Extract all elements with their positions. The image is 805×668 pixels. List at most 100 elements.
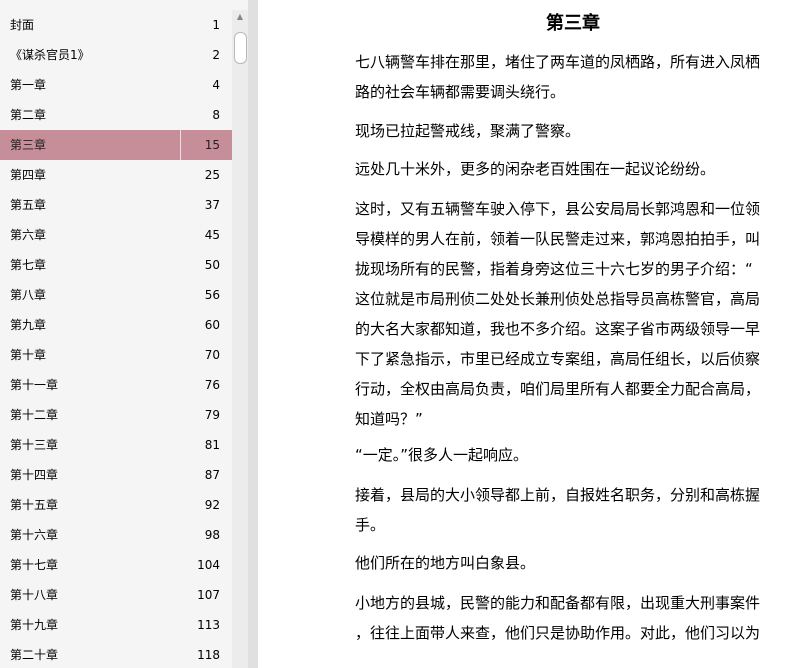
panel-splitter[interactable] xyxy=(248,0,258,668)
toc-item-title: 第十八章 xyxy=(10,588,59,602)
toc-item-page: 1 xyxy=(212,18,220,32)
toc-item[interactable]: 第三章 15 xyxy=(0,130,232,160)
paragraph-line: 拢现场所有的民警，指着身旁这位三十六七岁的男子介绍：“ xyxy=(355,260,753,278)
toc-item[interactable]: 第十章 70 xyxy=(0,340,232,370)
toc-item-page: 104 xyxy=(197,558,220,572)
toc-item-title: 第九章 xyxy=(10,318,47,332)
toc-item-page: 25 xyxy=(204,168,220,182)
toc-item-title: 第十三章 xyxy=(10,438,59,452)
toc-item-title: 第十六章 xyxy=(10,528,59,542)
toc-item[interactable]: 第十三章 81 xyxy=(0,430,232,460)
paragraph-line: 的大名大家都知道，我也不多介绍。这案子省市两级领导一早 xyxy=(355,320,761,338)
toc-item-title: 第十章 xyxy=(10,348,47,362)
paragraph: 小地方的县城，民警的能力和配备都有限，出现重大刑事案件 ，往往上面带人来查，他们只… xyxy=(355,588,787,648)
toc-item[interactable]: 第七章 50 xyxy=(0,250,232,280)
paragraph-line: 导模样的男人在前，领着一队民警走过来，郭鸿恩拍拍手，叫 xyxy=(355,230,761,248)
toc-item-title: 第二章 xyxy=(10,108,47,122)
toc-item[interactable]: 第二章 8 xyxy=(0,100,232,130)
toc-item-page: 76 xyxy=(204,378,220,392)
toc-item-page: 56 xyxy=(204,288,220,302)
paragraph-line: “一定。”很多人一起响应。 xyxy=(355,446,529,464)
paragraph-line: 他们所在的地方叫白象县。 xyxy=(355,554,536,572)
paragraph-line: 接着，县局的大小领导都上前，自报姓名职务，分别和高栋握 xyxy=(355,486,761,504)
toc-item-page: 107 xyxy=(197,588,220,602)
toc-item[interactable]: 第十六章 98 xyxy=(0,520,232,550)
toc-item-page: 2 xyxy=(212,48,220,62)
paragraph-line: 七八辆警车排在那里，堵住了两车道的凤栖路，所有进入凤栖 xyxy=(355,53,761,71)
toc-item[interactable]: 第十四章 87 xyxy=(0,460,232,490)
toc-item-page: 113 xyxy=(197,618,220,632)
toc-item-page: 98 xyxy=(204,528,220,542)
paragraph-line: 路的社会车辆都需要调头绕行。 xyxy=(355,83,566,101)
paragraph: 现场已拉起警戒线，聚满了警察。 xyxy=(355,116,787,146)
paragraph-line: ，往往上面带人来查，他们只是协助作用。对此，他们习以为 xyxy=(355,624,761,642)
toc-item-title: 第八章 xyxy=(10,288,47,302)
toc-item-page: 70 xyxy=(204,348,220,362)
toc-item-title: 第七章 xyxy=(10,258,47,272)
toc-item-page: 45 xyxy=(204,228,220,242)
paragraph: 接着，县局的大小领导都上前，自报姓名职务，分别和高栋握 手。 xyxy=(355,480,787,540)
toc-item[interactable]: 第八章 56 xyxy=(0,280,232,310)
toc-item[interactable]: 《谋杀官员1》 2 xyxy=(0,40,232,70)
toc-item-page: 60 xyxy=(204,318,220,332)
toc-item-title: 第十一章 xyxy=(10,378,59,392)
toc-item-page: 81 xyxy=(204,438,220,452)
toc-item-title: 第十二章 xyxy=(10,408,59,422)
toc-item-title: 第十五章 xyxy=(10,498,59,512)
toc-item[interactable]: 第一章 4 xyxy=(0,70,232,100)
paragraph: 这时，又有五辆警车驶入停下，县公安局局长郭鸿恩和一位领 导模样的男人在前，领着一队… xyxy=(355,194,787,434)
toc-item-page: 87 xyxy=(204,468,220,482)
toc-item[interactable]: 第十一章 76 xyxy=(0,370,232,400)
toc-item[interactable]: 第十五章 92 xyxy=(0,490,232,520)
paragraph-line: 这位就是市局刑侦二处处长兼刑侦处总指导员高栋警官，高局 xyxy=(355,290,761,308)
toc-item[interactable]: 第十二章 79 xyxy=(0,400,232,430)
paragraph-line: 这时，又有五辆警车驶入停下，县公安局局长郭鸿恩和一位领 xyxy=(355,200,761,218)
toc-item-title: 第四章 xyxy=(10,168,47,182)
toc-item[interactable]: 第五章 37 xyxy=(0,190,232,220)
toc-item-page: 8 xyxy=(212,108,220,122)
paragraph-line: 知道吗？” xyxy=(355,410,423,428)
paragraph: 远处几十米外，更多的闲杂老百姓围在一起议论纷纷。 xyxy=(355,154,787,184)
toc-item-page: 50 xyxy=(204,258,220,272)
paragraph-line: 行动，全权由高局负责，咱们局里所有人都要全力配合高局， xyxy=(355,380,761,398)
paragraph-line: 远处几十米外，更多的闲杂老百姓围在一起议论纷纷。 xyxy=(355,160,716,178)
toc-item-title: 第一章 xyxy=(10,78,47,92)
toc-item[interactable]: 封面 1 xyxy=(0,10,232,40)
toc-item-title: 第六章 xyxy=(10,228,47,242)
reading-pane: 第三章 七八辆警车排在那里，堵住了两车道的凤栖路，所有进入凤栖 路的社会车辆都需要… xyxy=(258,0,805,668)
toc-item-page: 79 xyxy=(204,408,220,422)
paragraph: “一定。”很多人一起响应。 xyxy=(355,440,787,470)
toc-item-title: 《谋杀官员1》 xyxy=(10,48,90,62)
toc-item-title: 第十九章 xyxy=(10,618,59,632)
toc-item[interactable]: 第十九章 113 xyxy=(0,610,232,640)
toc-item-title: 第二十章 xyxy=(10,648,59,662)
toc-item-title: 第五章 xyxy=(10,198,47,212)
paragraph-line: 小地方的县城，民警的能力和配备都有限，出现重大刑事案件 xyxy=(355,594,761,612)
scroll-up-arrow-icon[interactable]: ▲ xyxy=(232,10,248,24)
toc-item-title: 第十七章 xyxy=(10,558,59,572)
toc-item[interactable]: 第二十章 118 xyxy=(0,640,232,668)
toc-item-page: 4 xyxy=(212,78,220,92)
toc-item-title: 第十四章 xyxy=(10,468,59,482)
toc-item-page: 92 xyxy=(204,498,220,512)
paragraph-line: 手。 xyxy=(355,516,386,534)
paragraph: 七八辆警车排在那里，堵住了两车道的凤栖路，所有进入凤栖 路的社会车辆都需要调头绕行… xyxy=(355,47,787,107)
paragraph-line: 现场已拉起警戒线，聚满了警察。 xyxy=(355,122,581,140)
toc-item[interactable]: 第九章 60 xyxy=(0,310,232,340)
toc-panel: 封面 1 《谋杀官员1》 2 第一章 4 第二章 8 第三章 15 第四章 25 第五章 37 第六章 45 第… xyxy=(0,0,248,668)
toc-item[interactable]: 第六章 45 xyxy=(0,220,232,250)
paragraph-line: 下了紧急指示，市里已经成立专案组，高局任组长，以后侦察 xyxy=(355,350,761,368)
toc-item-title: 第三章 xyxy=(10,138,47,152)
toc-item-page: 37 xyxy=(204,198,220,212)
toc-item[interactable]: 第十八章 107 xyxy=(0,580,232,610)
toc-item[interactable]: 第四章 25 xyxy=(0,160,232,190)
toc-scrollbar[interactable]: ▲ xyxy=(232,10,248,668)
scroll-thumb[interactable] xyxy=(234,32,247,64)
toc-item-page: 118 xyxy=(197,648,220,662)
toc-item-title: 封面 xyxy=(10,18,35,32)
toc-list: 封面 1 《谋杀官员1》 2 第一章 4 第二章 8 第三章 15 第四章 25 第五章 37 第六章 45 第… xyxy=(0,10,232,668)
paragraph: 他们所在的地方叫白象县。 xyxy=(355,548,787,578)
toc-item[interactable]: 第十七章 104 xyxy=(0,550,232,580)
chapter-title: 第三章 xyxy=(546,13,600,34)
toc-item-page: 15 xyxy=(204,138,220,152)
